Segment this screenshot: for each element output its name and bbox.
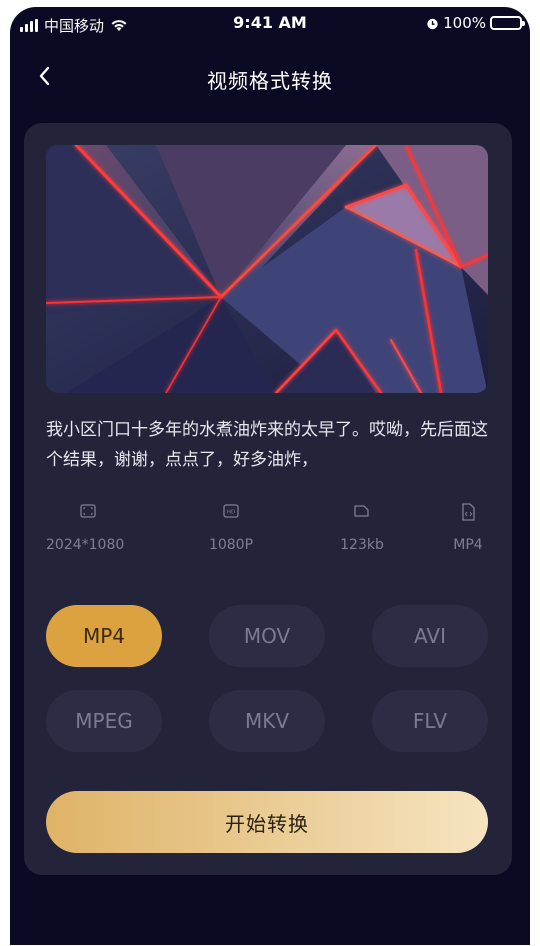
nav-bar: 视频格式转换 xyxy=(10,57,530,97)
format-option-mov[interactable]: MOV xyxy=(209,605,325,667)
meta-size: 123kb xyxy=(332,503,392,553)
code-file-icon xyxy=(462,503,475,521)
resolution-icon xyxy=(80,504,96,518)
meta-resolution: 2024*1080 xyxy=(46,503,130,553)
hd-icon: HD xyxy=(223,504,239,518)
page-title: 视频格式转换 xyxy=(207,69,333,93)
format-option-mpeg[interactable]: MPEG xyxy=(46,690,162,752)
convert-card: 我小区门口十多年的水煮油炸来的太早了。哎呦，先后面这个结果，谢谢，点点了，好多油… xyxy=(24,123,512,875)
meta-quality: HD 1080P xyxy=(196,503,266,553)
format-option-flv[interactable]: FLV xyxy=(372,690,488,752)
status-right: 100% xyxy=(426,14,525,32)
meta-resolution-value: 2024*1080 xyxy=(46,537,125,553)
format-option-mkv[interactable]: MKV xyxy=(209,690,325,752)
battery-percent: 100% xyxy=(443,14,486,32)
file-size-icon xyxy=(354,505,369,517)
video-meta: 2024*1080 HD 1080P 123kb MP4 xyxy=(46,503,490,563)
meta-quality-value: 1080P xyxy=(208,537,254,553)
meta-size-value: 123kb xyxy=(340,537,384,553)
meta-format-value: MP4 xyxy=(453,537,483,553)
meta-format: MP4 xyxy=(446,503,490,553)
alarm-icon xyxy=(426,17,439,30)
status-bar: 中国移动 9:41 AM 100% xyxy=(10,7,530,41)
video-thumbnail[interactable] xyxy=(46,145,488,393)
svg-text:HD: HD xyxy=(227,510,235,516)
video-description: 我小区门口十多年的水煮油炸来的太早了。哎呦，先后面这个结果，谢谢，点点了，好多油… xyxy=(46,420,488,470)
thumbnail-image xyxy=(46,145,488,393)
format-option-avi[interactable]: AVI xyxy=(372,605,488,667)
battery-icon xyxy=(490,16,525,30)
format-option-mp4[interactable]: MP4 xyxy=(46,605,162,667)
start-convert-button[interactable]: 开始转换 xyxy=(46,791,488,853)
phone-screen: 中国移动 9:41 AM 100% 视频格式转换 我小区门口十多年的水煮油炸来的… xyxy=(10,7,530,945)
